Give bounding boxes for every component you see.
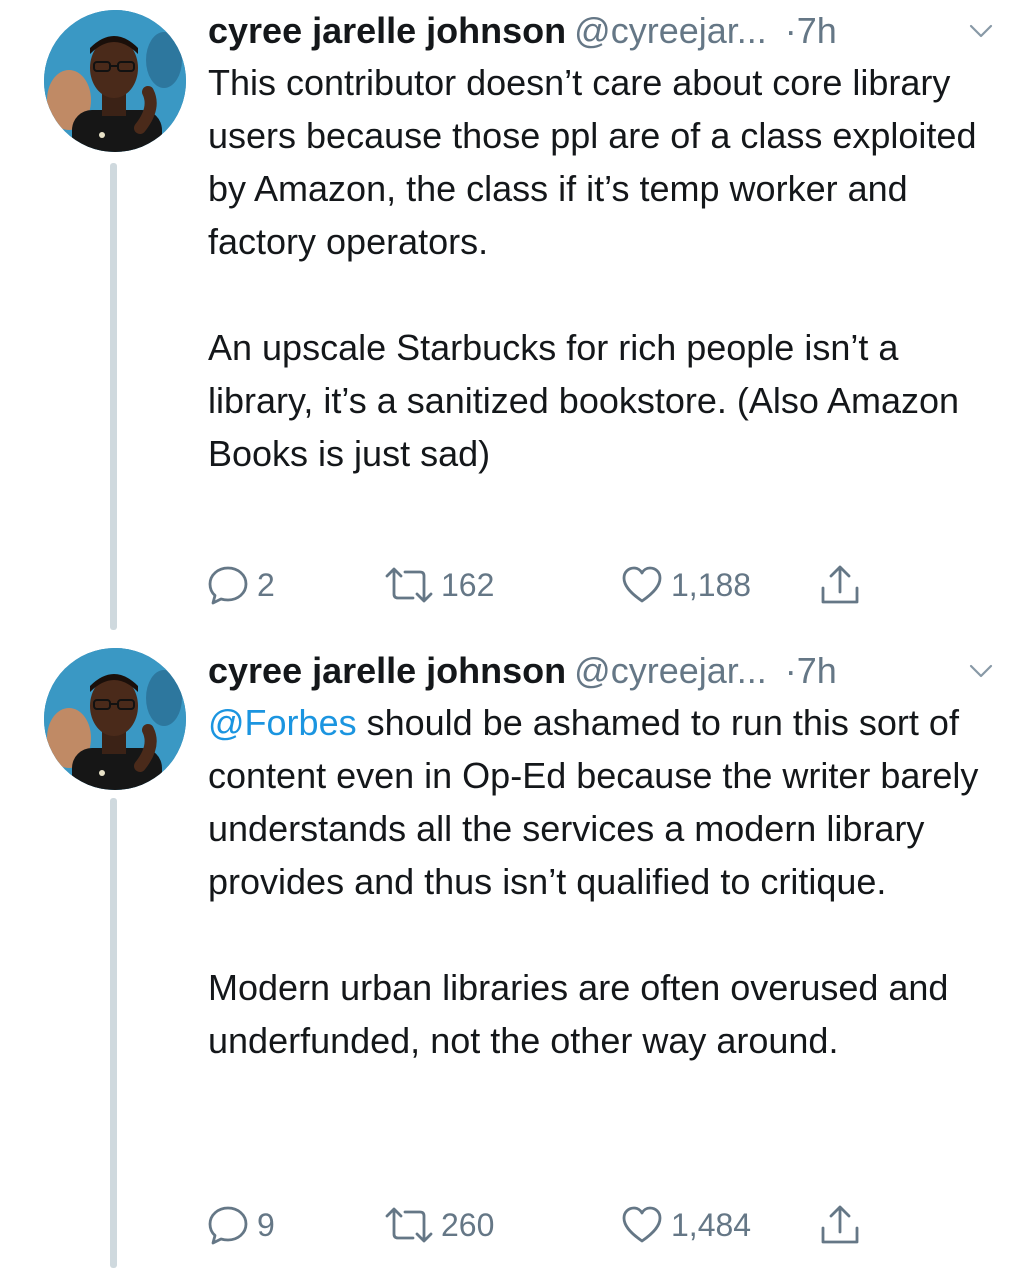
like-count: 1,484 — [671, 1206, 752, 1243]
reply-count: 9 — [257, 1206, 275, 1243]
tweet[interactable]: cyree jarelle johnson @cyreejar... ·7h Thi… — [0, 0, 1025, 640]
reply-button[interactable]: 9 — [205, 1200, 275, 1250]
retweet-button[interactable]: 260 — [383, 1200, 494, 1250]
heart-icon — [622, 1206, 662, 1243]
like-button[interactable]: 1,188 — [619, 560, 751, 610]
tweet-header: cyree jarelle johnson @cyreejar... ·7h — [208, 8, 998, 54]
heart-icon — [622, 566, 662, 603]
tweet-header: cyree jarelle johnson @cyreejar... ·7h — [208, 648, 998, 694]
reply-icon — [208, 1206, 248, 1245]
separator: · — [784, 10, 797, 51]
avatar-image — [44, 648, 186, 790]
avatar-image — [44, 10, 186, 152]
tweet-actions: 2 162 1,188 — [205, 560, 905, 610]
tweet-paragraph: An upscale Starbucks for rich people isn… — [208, 327, 960, 474]
share-icon — [821, 565, 859, 604]
reply-count: 2 — [257, 566, 275, 603]
tweet[interactable]: cyree jarelle johnson @cyreejar... ·7h @Fo… — [0, 640, 1025, 1280]
timestamp[interactable]: 7h — [797, 650, 837, 691]
share-button[interactable] — [817, 1200, 863, 1250]
user-handle[interactable]: @cyreejar... — [574, 10, 767, 51]
avatar[interactable] — [44, 10, 186, 152]
like-count: 1,188 — [671, 566, 752, 603]
display-name[interactable]: cyree jarelle johnson — [208, 10, 566, 51]
share-icon — [821, 1205, 859, 1244]
user-handle[interactable]: @cyreejar... — [574, 650, 767, 691]
retweet-icon — [385, 567, 433, 603]
like-button[interactable]: 1,484 — [619, 1200, 751, 1250]
tweet-paragraph: This contributor doesn’t care about core… — [208, 62, 977, 262]
retweet-button[interactable]: 162 — [383, 560, 494, 610]
retweet-count: 260 — [441, 1206, 495, 1243]
tweet-text: This contributor doesn’t care about core… — [208, 56, 998, 480]
reply-icon — [208, 566, 248, 605]
separator: · — [784, 650, 797, 691]
tweet-paragraph: @Forbes should be ashamed to run this so… — [208, 696, 998, 908]
tweet-paragraph: Modern urban libraries are often overuse… — [208, 967, 949, 1061]
timestamp[interactable]: 7h — [797, 10, 837, 51]
thread-line — [110, 798, 117, 1268]
thread-line — [110, 163, 117, 630]
chevron-down-icon[interactable] — [968, 658, 994, 684]
retweet-icon — [385, 1207, 433, 1243]
share-button[interactable] — [817, 560, 863, 610]
tweet-text: @Forbes should be ashamed to run this so… — [208, 696, 998, 1067]
retweet-count: 162 — [441, 566, 495, 603]
mention-link[interactable]: @Forbes — [208, 702, 357, 743]
avatar[interactable] — [44, 648, 186, 790]
display-name[interactable]: cyree jarelle johnson — [208, 650, 566, 691]
reply-button[interactable]: 2 — [205, 560, 275, 610]
tweet-actions: 9 260 1,484 — [205, 1200, 905, 1250]
chevron-down-icon[interactable] — [968, 18, 994, 44]
